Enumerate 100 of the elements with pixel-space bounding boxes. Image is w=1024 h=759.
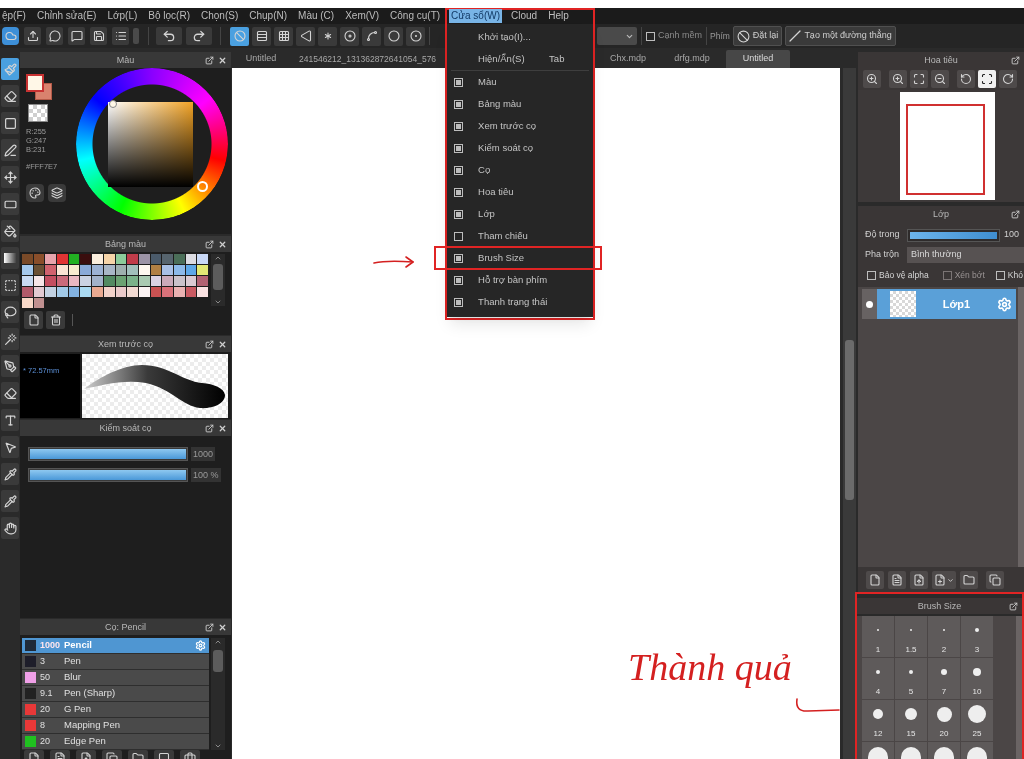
fit-screen-icon[interactable] (910, 70, 928, 88)
scan-icon[interactable] (978, 70, 996, 88)
document-icon[interactable] (50, 750, 70, 759)
copy-icon[interactable] (102, 750, 122, 759)
color-swatch[interactable] (162, 287, 173, 297)
color-swatch[interactable] (115, 265, 127, 275)
checkbox[interactable] (454, 209, 464, 219)
detach-icon[interactable] (205, 55, 214, 65)
pen-icon[interactable] (1, 139, 19, 161)
color-swatch[interactable] (57, 265, 68, 275)
color-swatch[interactable] (197, 254, 208, 264)
upload-icon[interactable] (24, 27, 41, 45)
menu-item[interactable]: Tham chiếu (447, 225, 594, 247)
hue-marker-icon[interactable] (197, 181, 208, 192)
color-swatch[interactable] (197, 276, 208, 286)
checkbox[interactable] (454, 99, 464, 109)
color-swatch[interactable] (80, 254, 92, 264)
color-marker-icon[interactable] (109, 100, 117, 108)
cloud-icon[interactable] (2, 27, 19, 45)
pointer-icon[interactable] (1, 436, 19, 458)
scrollbar[interactable] (211, 638, 225, 750)
brush-item[interactable]: 9.1 Pen (Sharp) (22, 686, 209, 702)
menu-item[interactable]: Lớp(L) (105, 9, 140, 23)
color-swatch[interactable] (150, 276, 162, 286)
scroll-down-icon[interactable] (214, 298, 222, 306)
color-swatch[interactable] (68, 276, 80, 286)
scroll-down-icon[interactable] (214, 742, 222, 750)
gradient-icon[interactable] (1, 247, 19, 269)
pen-tool-icon[interactable] (1, 355, 19, 377)
layers-icon[interactable] (48, 184, 66, 202)
brush-size-cell[interactable]: 7 (928, 658, 961, 700)
document-tab[interactable]: 241546212_131362872641054_576 (290, 50, 444, 68)
palette-icon[interactable] (26, 184, 44, 202)
color-swatch[interactable] (138, 276, 150, 286)
detach-icon[interactable] (205, 622, 214, 632)
menu-item[interactable]: Lớp (447, 203, 594, 225)
close-icon[interactable] (218, 622, 227, 632)
detach-icon[interactable] (205, 423, 214, 433)
color-swatch[interactable] (33, 276, 45, 286)
color-swatch[interactable] (33, 254, 45, 264)
scrollbar[interactable] (1016, 616, 1022, 759)
new-file-icon[interactable] (24, 311, 43, 329)
view-frame[interactable] (906, 104, 985, 195)
menu-item[interactable]: Màu (C) (296, 9, 337, 23)
checkbox[interactable] (454, 231, 464, 241)
color-swatch[interactable] (103, 276, 115, 286)
color-swatch[interactable] (45, 265, 57, 275)
detach-icon[interactable] (1009, 601, 1018, 611)
lines-icon[interactable] (252, 26, 271, 46)
close-icon[interactable] (218, 55, 227, 65)
checkbox[interactable] (454, 77, 464, 87)
scroll-up-icon[interactable] (214, 638, 222, 646)
color-swatch[interactable] (22, 265, 33, 275)
brush-size-cell[interactable]: 1 (862, 616, 895, 658)
close-icon[interactable] (218, 339, 227, 349)
menu-item[interactable]: Hỗ trợ bàn phím (447, 269, 594, 291)
rotate-left-icon[interactable] (957, 70, 975, 88)
upload-file-icon[interactable] (76, 750, 96, 759)
document-tab[interactable]: Chx.mdp (598, 50, 658, 68)
menu-item[interactable]: Công cụ(T) (388, 9, 443, 23)
color-swatch[interactable] (197, 287, 208, 297)
color-swatch[interactable] (80, 276, 92, 286)
no-entry-icon[interactable] (230, 26, 249, 46)
brush-size-cell[interactable]: 10 (961, 658, 994, 700)
color-swatch[interactable] (33, 265, 45, 275)
brush-item[interactable]: 3 Pen (22, 654, 209, 670)
checkbox[interactable] (454, 187, 464, 197)
brush-item[interactable]: 20 G Pen (22, 702, 209, 718)
brush-size-cell[interactable]: 3 (961, 616, 994, 658)
color-swatch[interactable] (185, 276, 197, 286)
settings-icon[interactable] (997, 296, 1012, 312)
color-swatch[interactable] (103, 265, 115, 275)
paint-bucket-icon[interactable] (1, 220, 19, 242)
text-icon[interactable] (1, 409, 19, 431)
select-field[interactable] (597, 27, 637, 45)
color-swatch[interactable] (45, 276, 57, 286)
pipette-icon[interactable] (1, 490, 19, 512)
color-swatch[interactable] (33, 298, 45, 308)
checkbox[interactable] (454, 165, 464, 175)
color-swatch[interactable] (138, 265, 150, 275)
wand-icon[interactable] (1, 328, 19, 350)
color-swatch[interactable] (92, 287, 103, 297)
grip-icon[interactable] (133, 28, 139, 44)
color-swatch[interactable] (162, 265, 173, 275)
undo-icon[interactable] (156, 27, 182, 45)
checkbox[interactable] (454, 121, 464, 131)
color-swatch[interactable] (150, 287, 162, 297)
color-swatch[interactable] (68, 265, 80, 275)
menu-item[interactable]: Cloud (509, 9, 540, 23)
curve-icon[interactable] (362, 26, 381, 46)
color-swatch[interactable] (68, 287, 80, 297)
brush-size-cell[interactable]: 1.5 (895, 616, 928, 658)
zoom-in-icon[interactable] (889, 70, 907, 88)
eraser-icon[interactable] (1, 85, 19, 107)
eraser-icon[interactable] (1, 382, 19, 404)
menu-item[interactable]: Bộ lọc(R) (146, 9, 192, 23)
saturation-square[interactable] (108, 102, 193, 187)
color-swatch[interactable] (173, 265, 185, 275)
color-swatch[interactable] (185, 265, 197, 275)
hand-icon[interactable] (1, 517, 19, 539)
